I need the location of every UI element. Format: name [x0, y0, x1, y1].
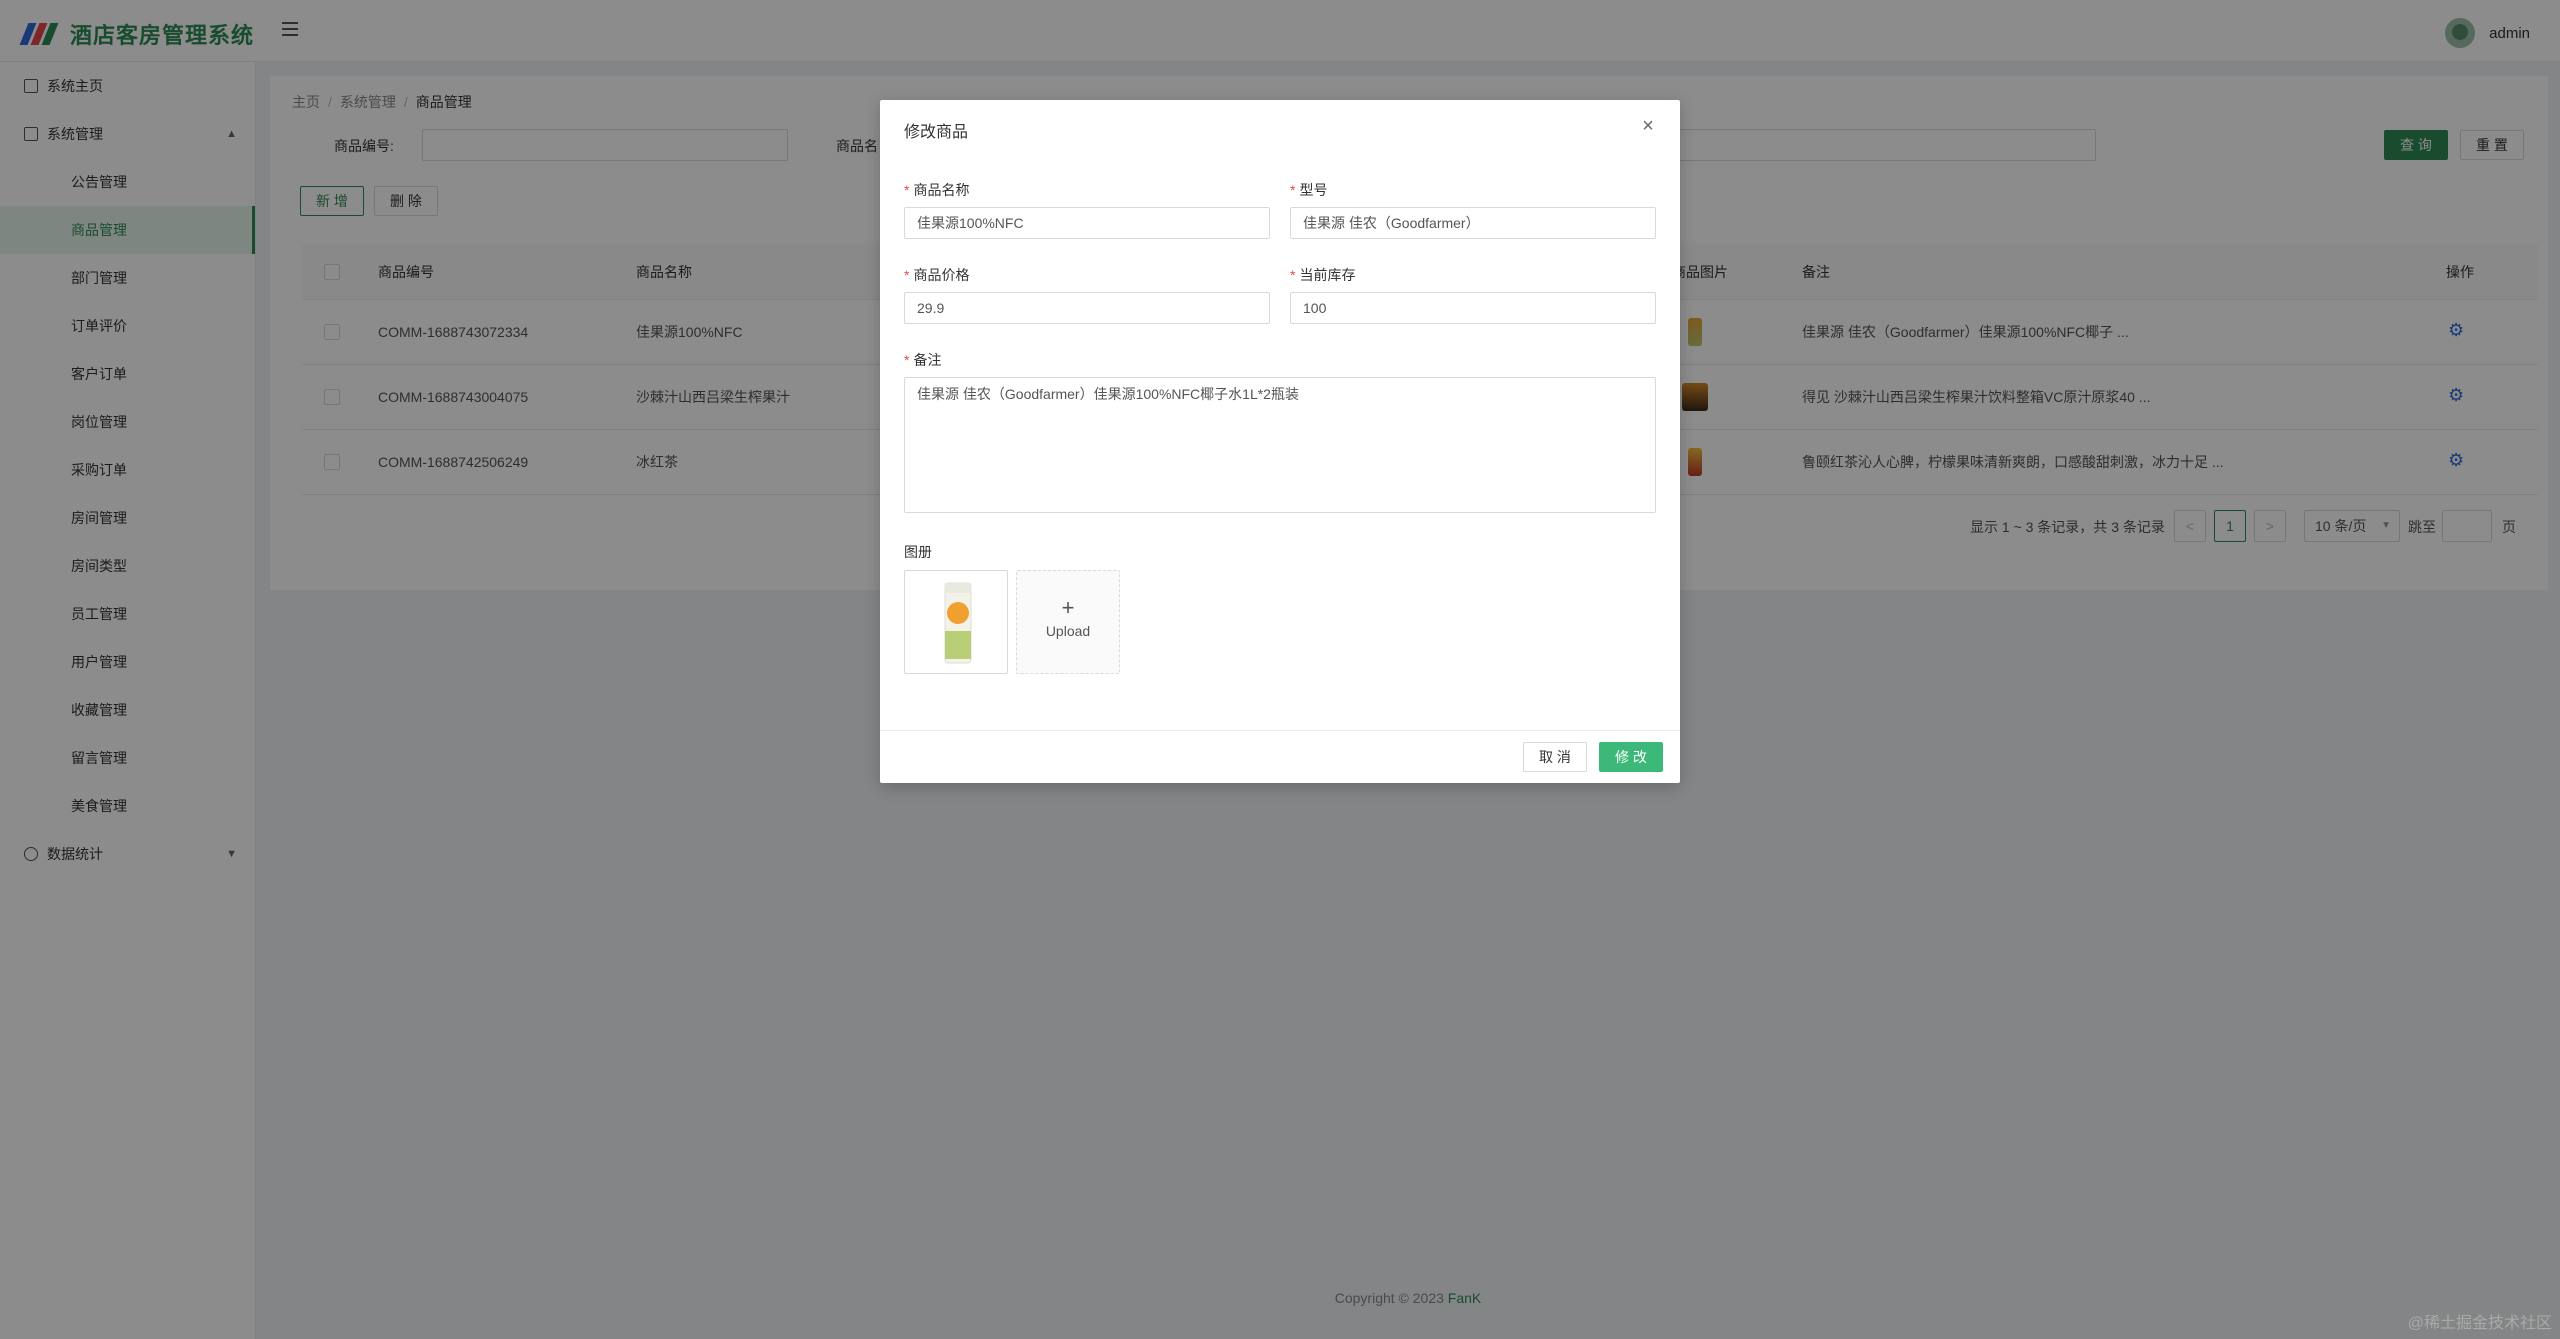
modal-title: 修改商品 — [904, 124, 969, 141]
watermark-text: @稀土掘金技术社区 — [2407, 1315, 2552, 1332]
plus-icon: + — [1061, 595, 1075, 620]
close-icon[interactable]: × — [1636, 114, 1660, 138]
model-field[interactable]: 佳果源 佳农（Goodfarmer） — [1290, 207, 1656, 239]
price-field-label: * 商品价格 — [904, 267, 970, 283]
upload-button[interactable]: + Upload — [1016, 570, 1120, 674]
album-label: 图册 — [904, 544, 932, 560]
cancel-button[interactable]: 取 消 — [1523, 742, 1587, 772]
model-field-label: * 型号 — [1290, 182, 1328, 198]
uploaded-image[interactable] — [904, 570, 1008, 674]
remark-field-label: * 备注 — [904, 352, 942, 368]
upload-label: Upload — [1045, 623, 1091, 639]
edit-goods-modal: 修改商品 × * 商品名称 佳果源100%NFC * 型号 佳果源 佳农（Goodf… — [880, 100, 1680, 783]
price-field[interactable]: 29.9 — [904, 292, 1270, 324]
remark-textarea[interactable]: 佳果源 佳农（Goodfarmer）佳果源100%NFC椰子水1L*2瓶装 — [904, 377, 1656, 513]
modal-divider — [880, 730, 1680, 731]
juice-carton-image — [944, 582, 972, 664]
name-field-label: * 商品名称 — [904, 182, 970, 198]
name-field[interactable]: 佳果源100%NFC — [904, 207, 1270, 239]
stock-field[interactable]: 100 — [1290, 292, 1656, 324]
stock-field-label: * 当前库存 — [1290, 267, 1356, 283]
submit-button[interactable]: 修 改 — [1599, 742, 1663, 772]
